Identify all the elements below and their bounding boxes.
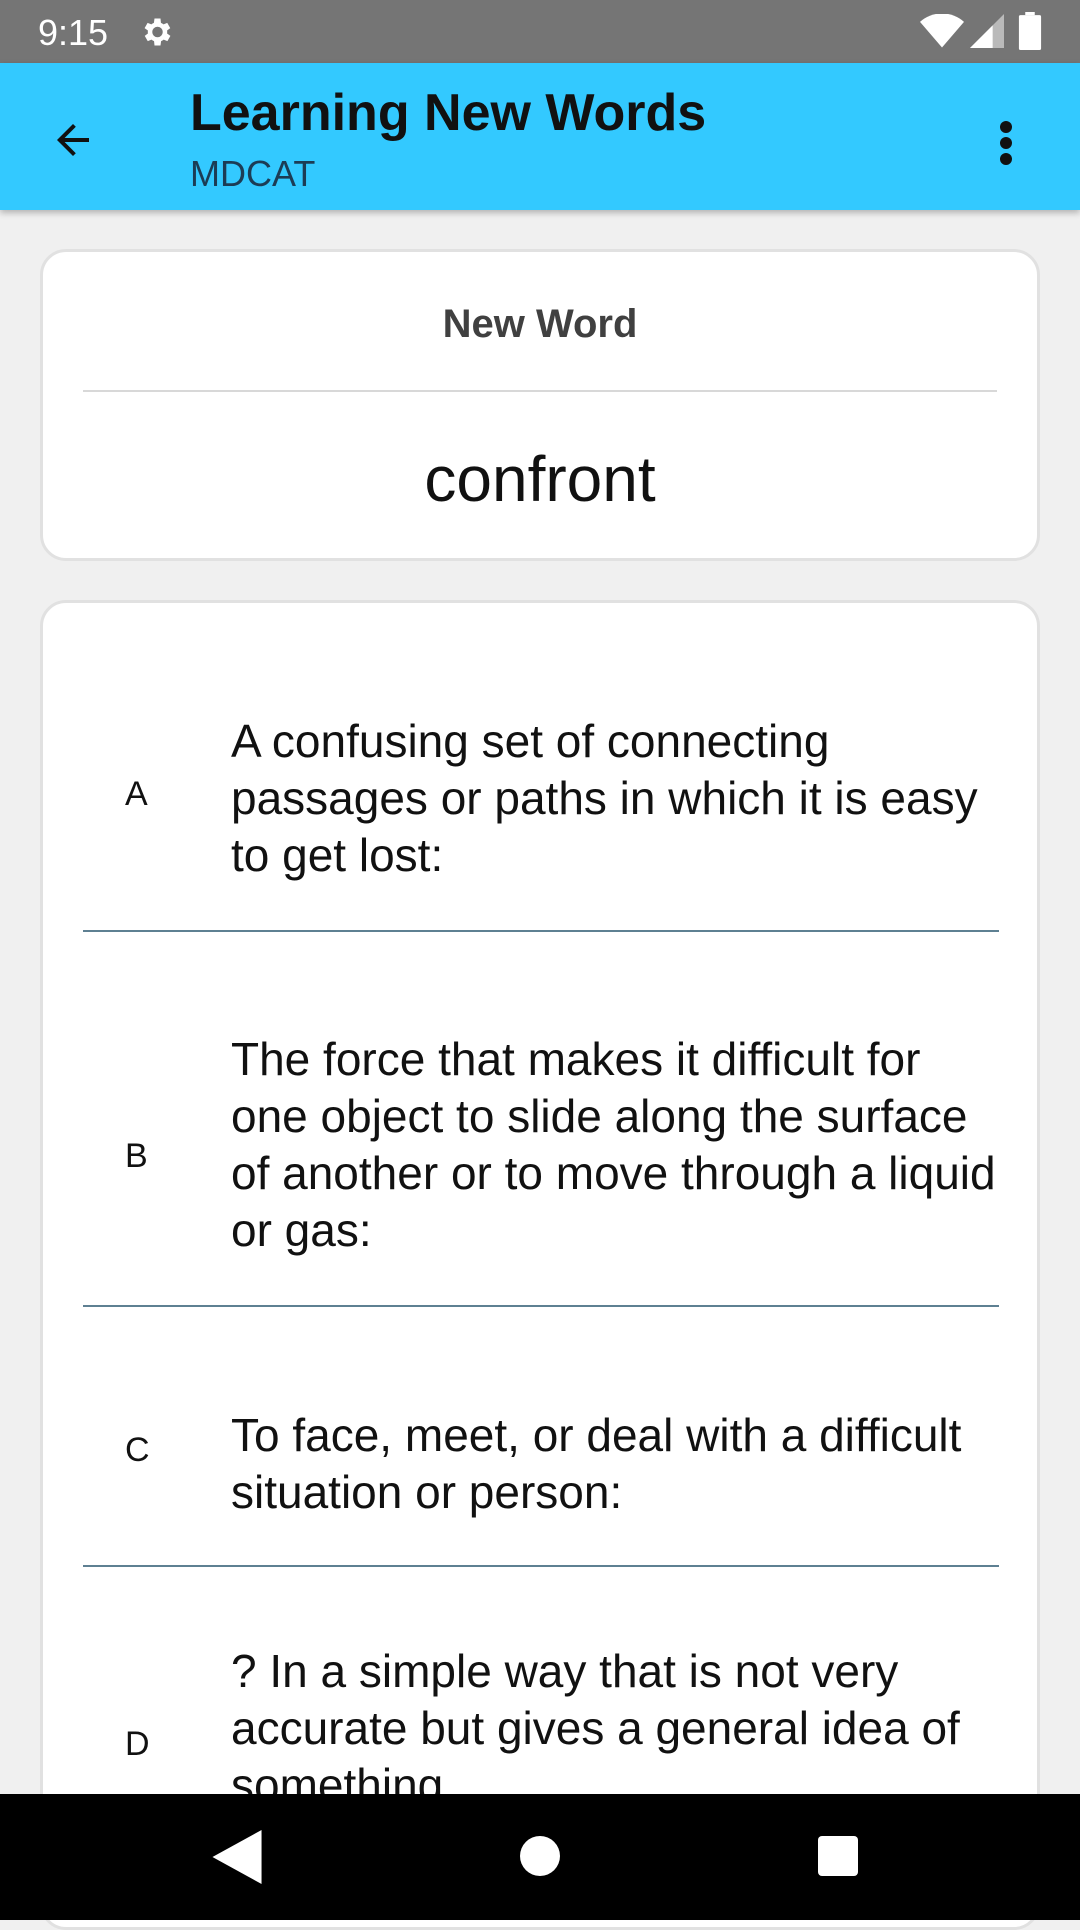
page-subtitle: MDCAT [190,153,316,194]
new-word-card: New Word confront [40,249,1040,561]
option-text: A confusing set of connecting passages o… [231,715,978,881]
nav-back-icon[interactable] [212,1830,262,1884]
option-letter: D [125,1725,150,1763]
option-divider [83,1305,999,1307]
more-options-button[interactable] [988,111,1024,175]
option-text: The force that makes it difficult for on… [231,1033,996,1256]
signal-icon [970,14,1004,48]
option-a[interactable]: A A confusing set of connecting passages… [83,713,999,881]
option-divider [83,930,999,932]
option-letter: B [125,1137,148,1175]
arrow-back-icon [57,124,89,156]
more-vert-icon [1000,121,1012,165]
option-c[interactable]: C To face, meet, or deal with a difficul… [83,1407,999,1527]
nav-home-icon[interactable] [520,1836,560,1876]
option-text: ? In a simple way that is not very accur… [231,1645,960,1811]
battery-icon [1018,12,1042,50]
new-word-heading: New Word [442,302,638,346]
option-letter: C [125,1431,150,1469]
answer-options-card: A A confusing set of connecting passages… [40,600,1040,1930]
back-button[interactable] [38,105,108,175]
system-nav-bar [0,1794,1080,1920]
nav-recents-icon[interactable] [818,1836,858,1876]
divider [83,390,997,392]
status-bar: 9:15 [0,0,1080,63]
vocabulary-word: confront [424,443,656,515]
status-time: 9:15 [38,12,109,53]
option-divider [83,1565,999,1567]
wifi-icon [920,14,964,48]
option-letter: A [125,775,148,813]
option-b[interactable]: B The force that makes it difficult for … [83,1031,999,1271]
option-text: To face, meet, or deal with a difficult … [231,1409,962,1518]
app-bar: Learning New Words MDCAT [0,63,1080,210]
page-title: Learning New Words [190,84,707,142]
gear-icon [144,18,171,46]
